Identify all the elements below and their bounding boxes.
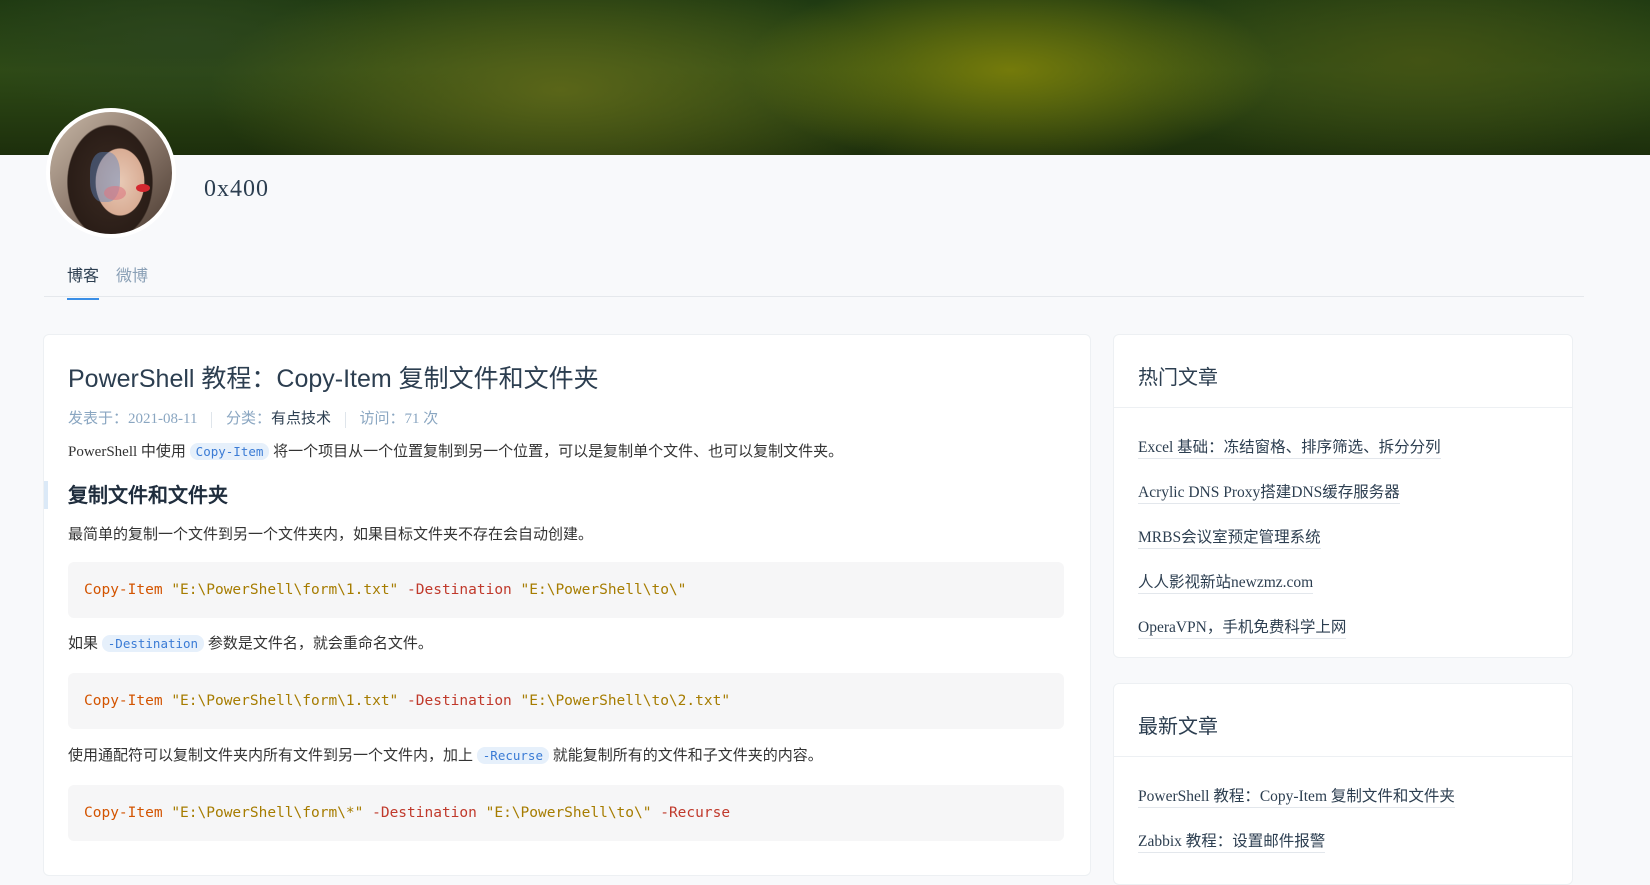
p2-text-after: 参数是文件名，就会重命名文件。 bbox=[207, 636, 433, 652]
meta-divider bbox=[211, 411, 213, 428]
profile-username[interactable]: 0x400 bbox=[204, 176, 269, 203]
meta-divider bbox=[344, 411, 346, 428]
code-block-2: Copy-Item "E:\PowerShell\form\1.txt" -De… bbox=[68, 673, 1064, 729]
list-item[interactable]: PowerShell 教程：Copy-Item 复制文件和文件夹 bbox=[1138, 784, 1455, 829]
category-label: 分类： bbox=[225, 411, 271, 427]
paragraph-1: 最简单的复制一个文件到另一个文件夹内，如果目标文件夹不存在会自动创建。 bbox=[68, 527, 594, 543]
paragraph-3: 使用通配符可以复制文件夹内所有文件到另一个文件内，加上 -Recurse 就能复… bbox=[68, 744, 823, 765]
article-link[interactable]: PowerShell 教程：Copy-Item 复制文件和文件夹 bbox=[1138, 788, 1455, 808]
hot-articles-list: Excel 基础：冻结窗格、排序筛选、拆分分列 Acrylic DNS Prox… bbox=[1138, 435, 1441, 660]
divider bbox=[1114, 407, 1572, 408]
list-item[interactable]: Excel 基础：冻结窗格、排序筛选、拆分分列 bbox=[1138, 435, 1441, 480]
profile-tabs: 博客 微博 bbox=[44, 248, 1584, 300]
inline-code: -Destination bbox=[101, 635, 205, 652]
visits-label: 访问： bbox=[359, 411, 405, 427]
code-dst: "E:\PowerShell\to\" bbox=[485, 805, 652, 821]
post-card: PowerShell 教程：Copy-Item 复制文件和文件夹 发表于：202… bbox=[43, 334, 1091, 876]
p3-text-after: 就能复制所有的文件和子文件夹的内容。 bbox=[552, 748, 823, 764]
post-meta: 发表于：2021-08-11 分类：有点技术 访问：71 次 bbox=[68, 407, 438, 428]
inline-code: -Recurse bbox=[476, 747, 549, 764]
code-flag-2: -Recurse bbox=[660, 805, 731, 821]
code-cmd: Copy-Item bbox=[84, 805, 163, 821]
intro-text-before: PowerShell 中使用 bbox=[68, 444, 186, 460]
latest-articles-title: 最新文章 bbox=[1138, 714, 1218, 738]
avatar-lips bbox=[136, 184, 150, 192]
code-block-1: Copy-Item "E:\PowerShell\form\1.txt" -De… bbox=[68, 562, 1064, 618]
code-src: "E:\PowerShell\form\*" bbox=[171, 805, 364, 821]
code-src: "E:\PowerShell\form\1.txt" bbox=[171, 582, 399, 598]
p2-text-before: 如果 bbox=[68, 636, 99, 652]
hot-articles-title: 热门文章 bbox=[1138, 365, 1218, 389]
section-heading: 复制文件和文件夹 bbox=[44, 481, 228, 509]
post-title[interactable]: PowerShell 教程：Copy-Item 复制文件和文件夹 bbox=[68, 359, 599, 395]
code-src: "E:\PowerShell\form\1.txt" bbox=[171, 693, 399, 709]
article-link[interactable]: Zabbix 教程：设置邮件报警 bbox=[1138, 833, 1326, 853]
divider bbox=[1114, 756, 1572, 757]
code-cmd: Copy-Item bbox=[84, 582, 163, 598]
article-link[interactable]: Excel 基础：冻结窗格、排序筛选、拆分分列 bbox=[1138, 439, 1441, 459]
code-flag: -Destination bbox=[407, 582, 512, 598]
paragraph-2: 如果 -Destination 参数是文件名，就会重命名文件。 bbox=[68, 632, 433, 653]
p3-text-before: 使用通配符可以复制文件夹内所有文件到另一个文件内，加上 bbox=[68, 748, 474, 764]
list-item[interactable]: 人人影视新站newzmz.com bbox=[1138, 570, 1441, 615]
list-item[interactable]: MRBS会议室预定管理系统 bbox=[1138, 525, 1441, 570]
visits-count: 71 次 bbox=[404, 411, 439, 427]
article-link[interactable]: Acrylic DNS Proxy搭建DNS缓存服务器 bbox=[1138, 484, 1400, 504]
tab-weibo[interactable]: 微博 bbox=[116, 262, 148, 298]
code-dst: "E:\PowerShell\to\2.txt" bbox=[520, 693, 731, 709]
avatar[interactable] bbox=[46, 108, 176, 238]
list-item[interactable]: Zabbix 教程：设置邮件报警 bbox=[1138, 829, 1455, 874]
list-item[interactable]: OperaVPN，手机免费科学上网 bbox=[1138, 615, 1441, 660]
published-date: 2021-08-11 bbox=[128, 411, 198, 427]
inline-code: Copy-Item bbox=[189, 443, 270, 460]
latest-articles-list: PowerShell 教程：Copy-Item 复制文件和文件夹 Zabbix … bbox=[1138, 784, 1455, 874]
intro-text-after: 将一个项目从一个位置复制到另一个位置，可以是复制单个文件、也可以复制文件夹。 bbox=[273, 444, 844, 460]
code-flag: -Destination bbox=[372, 805, 477, 821]
intro-paragraph: PowerShell 中使用 Copy-Item 将一个项目从一个位置复制到另一… bbox=[68, 440, 843, 461]
latest-articles-card: 最新文章 PowerShell 教程：Copy-Item 复制文件和文件夹 Za… bbox=[1113, 683, 1573, 885]
code-block-3: Copy-Item "E:\PowerShell\form\*" -Destin… bbox=[68, 785, 1064, 841]
hot-articles-card: 热门文章 Excel 基础：冻结窗格、排序筛选、拆分分列 Acrylic DNS… bbox=[1113, 334, 1573, 658]
avatar-blush bbox=[104, 186, 126, 200]
code-dst: "E:\PowerShell\to\" bbox=[520, 582, 687, 598]
category-link[interactable]: 有点技术 bbox=[271, 411, 331, 427]
code-flag: -Destination bbox=[407, 693, 512, 709]
published-label: 发表于： bbox=[68, 411, 129, 427]
article-link[interactable]: OperaVPN，手机免费科学上网 bbox=[1138, 619, 1347, 639]
header-banner bbox=[0, 0, 1650, 155]
list-item[interactable]: Acrylic DNS Proxy搭建DNS缓存服务器 bbox=[1138, 480, 1441, 525]
tab-blog[interactable]: 博客 bbox=[67, 262, 100, 300]
code-cmd: Copy-Item bbox=[84, 693, 163, 709]
article-link[interactable]: MRBS会议室预定管理系统 bbox=[1138, 529, 1321, 549]
article-link[interactable]: 人人影视新站newzmz.com bbox=[1138, 574, 1314, 594]
